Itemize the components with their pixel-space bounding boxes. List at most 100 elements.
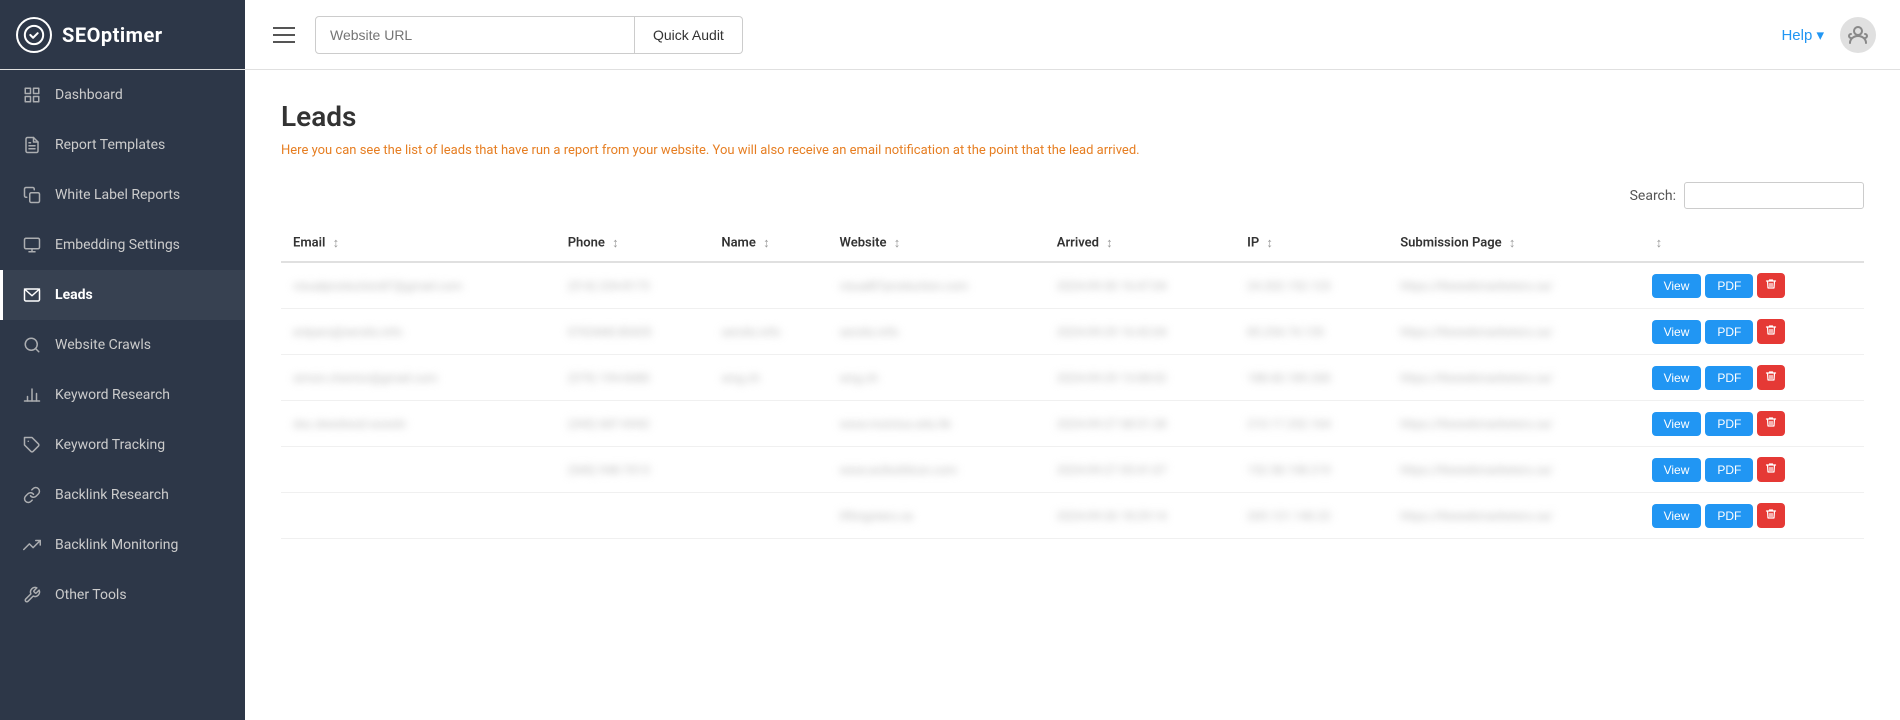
sidebar-item-keyword-research[interactable]: Keyword Research [0, 370, 245, 420]
table-header: Email ↕ Phone ↕ Name ↕ Website ↕ [281, 225, 1864, 262]
table-row: (540) 948-7013 www.acibuildcon.com2024-09… [281, 447, 1864, 493]
cell-website: www.acibuildcon.com [828, 447, 1045, 493]
monitor-icon [23, 236, 41, 254]
cell-name [709, 493, 827, 539]
pdf-button[interactable]: PDF [1705, 366, 1753, 390]
user-avatar[interactable] [1840, 17, 1876, 53]
sidebar-item-dashboard[interactable]: Dashboard [0, 70, 245, 120]
quick-audit-button[interactable]: Quick Audit [635, 16, 743, 54]
logo-area: SEOptimer [0, 0, 245, 69]
cell-email: dsc.dwedwsd.wswdv [281, 401, 556, 447]
pdf-button[interactable]: PDF [1705, 320, 1753, 344]
url-input[interactable] [315, 16, 635, 54]
pdf-button[interactable]: PDF [1705, 412, 1753, 436]
cell-submission_page: https://thewebmarketers.ca/ [1388, 493, 1639, 539]
table-row: simon.charton@gmail.com(579) 194-6680wng… [281, 355, 1864, 401]
cell-arrived: 2024-09-29 16:42:04 [1045, 309, 1235, 355]
hamburger-button[interactable] [265, 19, 303, 51]
table-body: visualproduction87@gmail.com(514) 234-81… [281, 262, 1864, 539]
sidebar-item-white-label-reports[interactable]: White Label Reports [0, 170, 245, 220]
cell-actions: View PDF [1640, 309, 1864, 355]
cell-ip: 24.202.152.123 [1235, 262, 1388, 309]
cell-arrived: 2024-09-27 08:51:28 [1045, 401, 1235, 447]
cell-phone: (540) 948-7013 [556, 447, 710, 493]
delete-button[interactable] [1757, 457, 1785, 482]
delete-button[interactable] [1757, 411, 1785, 436]
col-submission[interactable]: Submission Page ↕ [1388, 225, 1639, 262]
cell-submission_page: https://thewebmarketers.ca/ [1388, 262, 1639, 309]
view-button[interactable]: View [1652, 274, 1702, 298]
search-input[interactable] [1684, 182, 1864, 209]
cell-website: www.moictus.edu.hk [828, 401, 1045, 447]
view-button[interactable]: View [1652, 458, 1702, 482]
logo-icon [16, 17, 52, 53]
cell-phone: (579) 194-6680 [556, 355, 710, 401]
delete-button[interactable] [1757, 273, 1785, 298]
sidebar-item-leads-label: Leads [55, 287, 93, 303]
cell-arrived: 2024-09-27 05:41:07 [1045, 447, 1235, 493]
sort-website-icon: ↕ [894, 235, 901, 251]
view-button[interactable]: View [1652, 412, 1702, 436]
sidebar-item-backlink-monitoring-label: Backlink Monitoring [55, 537, 178, 553]
logo-text: SEOptimer [62, 23, 163, 47]
col-email[interactable]: Email ↕ [281, 225, 556, 262]
bar-chart-icon [23, 386, 41, 404]
cell-website: liftingstars.ca [828, 493, 1045, 539]
sidebar-item-report-templates-label: Report Templates [55, 137, 165, 153]
sidebar-item-leads[interactable]: Leads [0, 270, 245, 320]
cell-name [709, 447, 827, 493]
delete-button[interactable] [1757, 503, 1785, 528]
sort-arrived-icon: ↕ [1106, 235, 1113, 251]
pdf-button[interactable]: PDF [1705, 458, 1753, 482]
sidebar-item-backlink-research[interactable]: Backlink Research [0, 470, 245, 520]
trash-icon [1765, 462, 1777, 474]
sort-actions-icon: ↕ [1656, 235, 1663, 251]
mail-icon [23, 286, 41, 304]
delete-button[interactable] [1757, 365, 1785, 390]
view-button[interactable]: View [1652, 366, 1702, 390]
col-ip[interactable]: IP ↕ [1235, 225, 1388, 262]
cell-phone: 0763468.80435 [556, 309, 710, 355]
sidebar-item-dashboard-label: Dashboard [55, 87, 123, 103]
sidebar-item-backlink-research-label: Backlink Research [55, 487, 169, 503]
sidebar-item-backlink-monitoring[interactable]: Backlink Monitoring [0, 520, 245, 570]
cell-arrived: 2024-09-29 13:08:02 [1045, 355, 1235, 401]
cell-actions: View PDF [1640, 355, 1864, 401]
col-phone[interactable]: Phone ↕ [556, 225, 710, 262]
delete-button[interactable] [1757, 319, 1785, 344]
cell-ip: 152.58.198.219 [1235, 447, 1388, 493]
trash-icon [1765, 508, 1777, 520]
trash-icon [1765, 416, 1777, 428]
file-icon [23, 136, 41, 154]
sidebar-item-embedding-settings[interactable]: Embedding Settings [0, 220, 245, 270]
view-button[interactable]: View [1652, 504, 1702, 528]
sidebar-item-keyword-tracking[interactable]: Keyword Tracking [0, 420, 245, 470]
cell-submission_page: https://thewebmarketers.ca/ [1388, 401, 1639, 447]
cell-name: wng.ch [709, 355, 827, 401]
col-name[interactable]: Name ↕ [709, 225, 827, 262]
sidebar-item-website-crawls[interactable]: Website Crawls [0, 320, 245, 370]
cell-actions: View PDF [1640, 262, 1864, 309]
cell-submission_page: https://thewebmarketers.ca/ [1388, 309, 1639, 355]
table-row: visualproduction87@gmail.com(514) 234-81… [281, 262, 1864, 309]
cell-submission_page: https://thewebmarketers.ca/ [1388, 355, 1639, 401]
col-arrived[interactable]: Arrived ↕ [1045, 225, 1235, 262]
col-website[interactable]: Website ↕ [828, 225, 1045, 262]
sidebar-item-report-templates[interactable]: Report Templates [0, 120, 245, 170]
view-button[interactable]: View [1652, 320, 1702, 344]
trash-icon [1765, 370, 1777, 382]
sidebar-item-other-tools-label: Other Tools [55, 587, 127, 603]
cell-name: serolis.info [709, 309, 827, 355]
trash-icon [1765, 324, 1777, 336]
leads-table: Email ↕ Phone ↕ Name ↕ Website ↕ [281, 225, 1864, 539]
cell-email [281, 493, 556, 539]
main-layout: Dashboard Report Templates White Label R… [0, 70, 1900, 720]
pdf-button[interactable]: PDF [1705, 274, 1753, 298]
sidebar-item-white-label-label: White Label Reports [55, 187, 180, 203]
pdf-button[interactable]: PDF [1705, 504, 1753, 528]
help-button[interactable]: Help ▾ [1781, 26, 1824, 44]
cell-phone [556, 493, 710, 539]
sidebar-item-other-tools[interactable]: Other Tools [0, 570, 245, 620]
cell-actions: View PDF [1640, 447, 1864, 493]
cell-actions: View PDF [1640, 401, 1864, 447]
